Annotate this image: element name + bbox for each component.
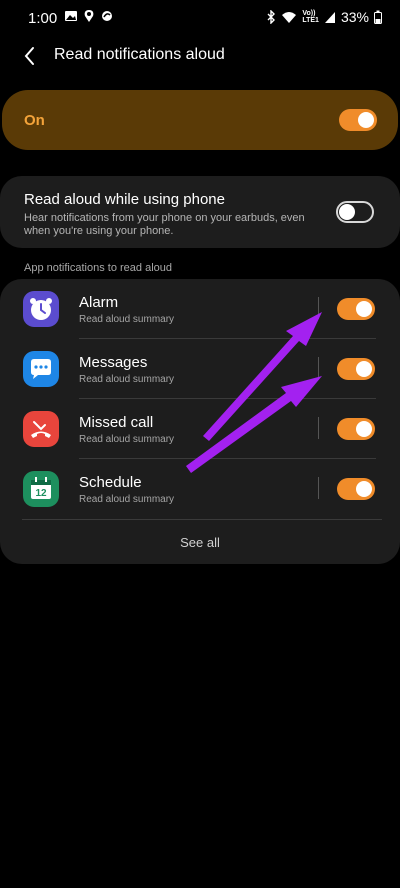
leaf-app-icon xyxy=(102,11,112,21)
status-time: 1:00 xyxy=(28,10,58,27)
master-toggle-label: On xyxy=(24,112,45,129)
schedule-toggle[interactable] xyxy=(337,478,375,500)
app-name: Missed call xyxy=(79,414,154,431)
row-separator xyxy=(318,477,319,499)
network-type-label: Vo)) LTE1 xyxy=(302,10,319,24)
messages-toggle[interactable] xyxy=(337,358,375,380)
svg-text:12: 12 xyxy=(35,488,47,499)
header: Read notifications aloud xyxy=(0,36,400,76)
app-name: Messages xyxy=(79,354,148,371)
app-notification-icon xyxy=(84,10,94,22)
missed-call-icon xyxy=(23,411,59,447)
app-subtitle: Read aloud summary xyxy=(79,374,175,385)
app-subtitle: Read aloud summary xyxy=(79,434,175,445)
battery-icon xyxy=(374,10,382,24)
back-button[interactable] xyxy=(20,44,40,68)
app-subtitle: Read aloud summary xyxy=(79,314,175,325)
alarm-toggle[interactable] xyxy=(337,298,375,320)
app-row-schedule[interactable]: 12 Schedule Read aloud summary xyxy=(0,459,400,519)
see-all-button[interactable]: See all xyxy=(0,535,400,550)
alarm-clock-icon xyxy=(23,291,59,327)
app-name: Alarm xyxy=(79,294,119,311)
gallery-icon xyxy=(65,11,77,21)
app-subtitle: Read aloud summary xyxy=(79,494,175,505)
toggle-knob xyxy=(339,204,355,220)
chevron-left-icon xyxy=(24,47,34,65)
calendar-icon: 12 xyxy=(23,471,59,507)
toggle-knob xyxy=(356,481,372,497)
app-row-alarm[interactable]: Alarm Read aloud summary xyxy=(0,279,400,339)
page-title: Read notifications aloud xyxy=(54,46,225,63)
read-aloud-toggle[interactable] xyxy=(336,201,374,223)
master-toggle[interactable] xyxy=(339,109,377,131)
messages-icon xyxy=(23,351,59,387)
battery-percent: 33% xyxy=(340,9,369,25)
row-separator xyxy=(318,417,319,439)
master-toggle-card[interactable]: On xyxy=(2,90,398,150)
toggle-knob xyxy=(356,301,372,317)
signal-icon xyxy=(324,12,335,23)
toggle-knob xyxy=(356,361,372,377)
see-all-divider xyxy=(22,519,382,520)
status-bar: 1:00 Vo)) LTE1 33% xyxy=(0,0,400,36)
app-row-messages[interactable]: Messages Read aloud summary xyxy=(0,339,400,399)
section-label: App notifications to read aloud xyxy=(24,262,172,274)
status-right: Vo)) LTE1 33% xyxy=(266,9,382,25)
apps-card: Alarm Read aloud summary Messages Read a… xyxy=(0,279,400,564)
read-aloud-title: Read aloud while using phone xyxy=(24,191,225,208)
app-name: Schedule xyxy=(79,474,142,491)
read-aloud-using-phone-card[interactable]: Read aloud while using phone Hear notifi… xyxy=(0,176,400,248)
toggle-knob xyxy=(356,421,372,437)
row-separator xyxy=(318,297,319,319)
app-row-missed-call[interactable]: Missed call Read aloud summary xyxy=(0,399,400,459)
missed-call-toggle[interactable] xyxy=(337,418,375,440)
wifi-icon xyxy=(282,12,297,23)
notification-icons xyxy=(64,9,114,23)
toggle-knob xyxy=(358,112,374,128)
row-separator xyxy=(318,357,319,379)
read-aloud-description: Hear notifications from your phone on yo… xyxy=(24,212,305,237)
bluetooth-icon xyxy=(267,10,276,24)
